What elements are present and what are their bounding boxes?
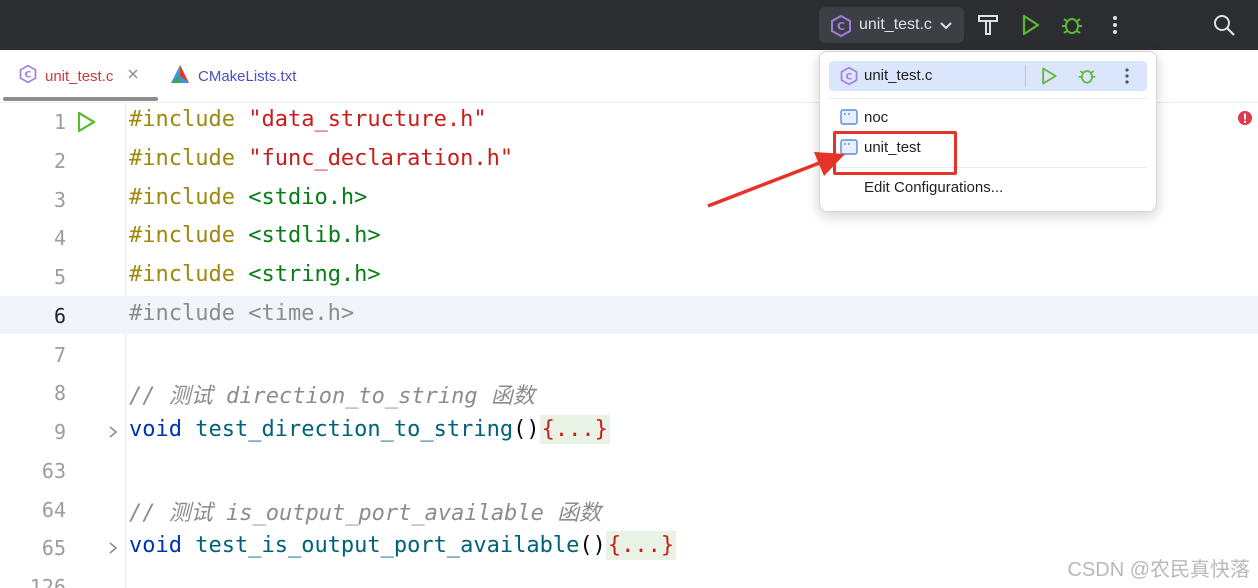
line-number: 5 (53, 265, 66, 289)
code-line[interactable]: 7 (0, 335, 1258, 373)
preprocessor-keyword: #include (129, 262, 235, 287)
run-gutter-icon[interactable] (74, 110, 98, 139)
line-number: 1 (53, 110, 66, 134)
code-comment: // 测试 direction_to_string 函数 (129, 384, 535, 409)
preprocessor-keyword: #include (129, 107, 235, 132)
parens: () (579, 533, 606, 558)
svg-text:C: C (846, 71, 853, 82)
unused-include: #include <time.h> (129, 301, 355, 326)
include-string: "data_structure.h" (248, 107, 487, 132)
main-toolbar: C unit_test.c (0, 0, 1258, 50)
line-number: 4 (53, 226, 66, 250)
line-number: 64 (41, 498, 66, 522)
include-header: <string.h> (248, 262, 381, 287)
line-number: 8 (53, 381, 66, 405)
more-options-icon[interactable] (1119, 66, 1135, 91)
preprocessor-keyword: #include (129, 223, 235, 248)
debug-bug-icon[interactable] (1077, 66, 1097, 91)
debug-bug-icon[interactable] (1060, 13, 1084, 37)
tab-label: unit_test.c (45, 67, 114, 85)
cmake-triangle-icon (170, 64, 190, 89)
run-icon[interactable] (1018, 13, 1042, 37)
chevron-down-icon (939, 19, 953, 37)
line-number: 9 (53, 420, 66, 444)
code-comment: // 测试 is_output_port_available 函数 (129, 501, 602, 526)
line-number: 63 (41, 459, 66, 483)
line-number: 126 (29, 575, 66, 588)
code-line[interactable]: 8 // 测试 direction_to_string 函数 (0, 373, 1258, 411)
include-header: <stdlib.h> (248, 223, 381, 248)
active-tab-indicator (3, 97, 158, 101)
configuration-item-noc[interactable]: noc (829, 105, 1147, 131)
folded-block[interactable]: {...} (605, 531, 677, 560)
line-number: 2 (53, 149, 66, 173)
code-line[interactable]: 64 // 测试 is_output_port_available 函数 (0, 490, 1258, 528)
app-window-icon (840, 109, 858, 130)
fold-chevron-icon[interactable] (108, 541, 118, 560)
include-string: "func_declaration.h" (248, 146, 514, 171)
folded-block[interactable]: {...} (539, 415, 610, 444)
svg-text:C: C (837, 20, 845, 33)
build-hammer-icon[interactable] (976, 13, 1000, 37)
edit-configurations-label: Edit Configurations... (864, 179, 1004, 196)
function-name: test_direction_to_string (195, 417, 514, 442)
keyword: void (129, 417, 182, 442)
tab-label: CMakeLists.txt (198, 67, 297, 85)
c-file-icon: C (18, 64, 38, 89)
fold-chevron-icon[interactable] (108, 425, 118, 444)
code-line-current[interactable]: 6 #include <time.h> (0, 296, 1258, 334)
preprocessor-keyword: #include (129, 185, 235, 210)
line-number: 3 (53, 188, 66, 212)
c-file-icon: C (839, 66, 859, 91)
current-configuration-label: unit_test.c (864, 67, 933, 84)
function-name: test_is_output_port_available (195, 533, 580, 558)
tab-unit-test-c[interactable]: C unit_test.c (18, 50, 139, 102)
separator (829, 98, 1147, 99)
run-configuration-label: unit_test.c (859, 16, 932, 33)
more-options-icon[interactable] (1103, 13, 1127, 37)
tab-cmakelists[interactable]: CMakeLists.txt (170, 50, 296, 102)
c-file-icon: C (829, 14, 853, 43)
error-indicator-icon[interactable] (1237, 110, 1253, 131)
keyword: void (129, 533, 182, 558)
annotation-highlight-box (833, 131, 957, 175)
parens: () (513, 417, 540, 442)
line-number: 65 (41, 536, 66, 560)
code-line[interactable]: 4 #include <stdlib.h> (0, 218, 1258, 256)
line-number: 7 (53, 343, 66, 367)
close-icon[interactable] (127, 67, 139, 85)
current-configuration-row[interactable]: C unit_test.c (829, 61, 1147, 91)
search-icon[interactable] (1212, 13, 1236, 37)
watermark: CSDN @农民真快落 (1067, 559, 1250, 581)
svg-text:C: C (25, 69, 32, 80)
include-header: <stdio.h> (248, 185, 368, 210)
divider (1025, 65, 1026, 87)
run-icon[interactable] (1039, 66, 1059, 91)
configuration-label: noc (864, 109, 889, 126)
code-line[interactable]: 63 (0, 451, 1258, 489)
code-line[interactable]: 5 #include <string.h> (0, 257, 1258, 295)
annotation-arrow-icon (707, 152, 845, 208)
run-configuration-selector[interactable]: C unit_test.c (819, 7, 964, 43)
edit-configurations-item[interactable]: Edit Configurations... (829, 176, 1147, 202)
preprocessor-keyword: #include (129, 146, 235, 171)
line-number: 6 (53, 304, 66, 328)
code-line[interactable]: 9 void test_direction_to_string(){...} (0, 412, 1258, 450)
